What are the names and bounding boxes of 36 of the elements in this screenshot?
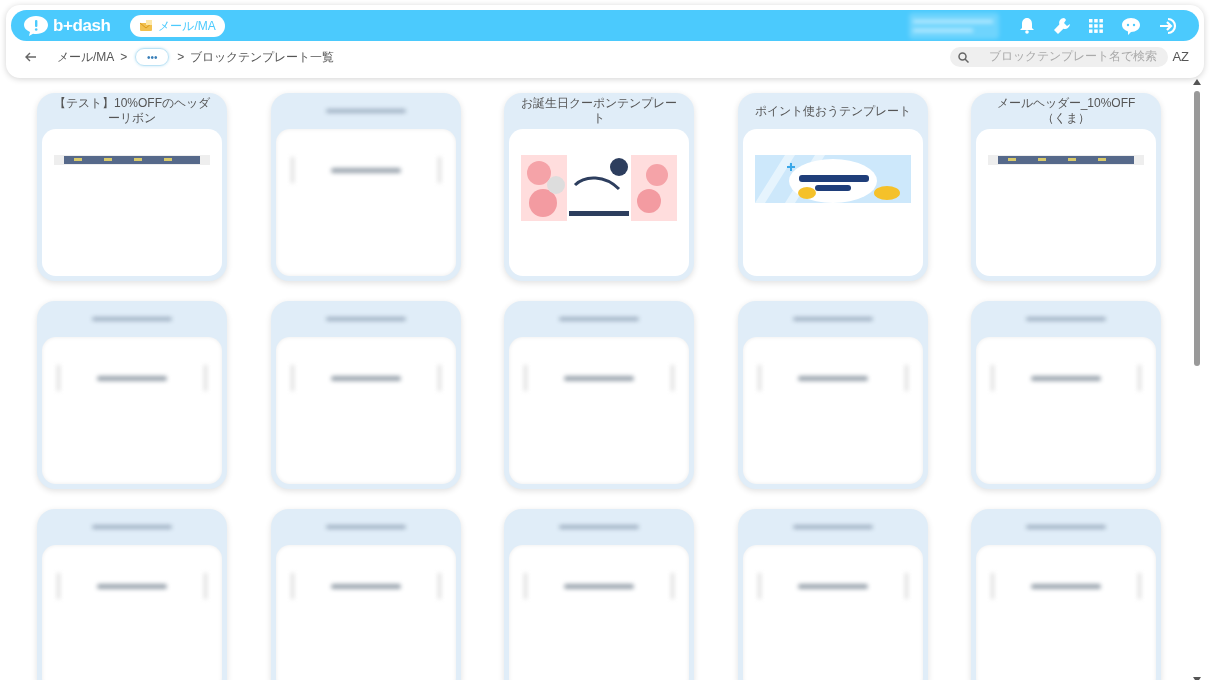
back-arrow-icon[interactable] bbox=[25, 52, 37, 62]
grid-icon[interactable] bbox=[1089, 18, 1103, 33]
chat-bubble-icon[interactable] bbox=[1121, 16, 1141, 35]
card-title: 【テスト】10%OFFのヘッダーリボン bbox=[53, 96, 211, 126]
template-card[interactable]: メールヘッダー_10%OFF（くま） bbox=[971, 93, 1161, 281]
template-card[interactable]: 【テスト】10%OFFのヘッダーリボン bbox=[37, 93, 227, 281]
template-card[interactable] bbox=[737, 509, 928, 680]
bell-icon[interactable] bbox=[1019, 17, 1035, 34]
template-card[interactable] bbox=[504, 509, 694, 680]
search-icon bbox=[958, 51, 970, 63]
breadcrumb-link[interactable]: メール/MA bbox=[57, 48, 115, 66]
template-card[interactable] bbox=[270, 93, 461, 281]
template-card[interactable] bbox=[504, 301, 694, 489]
template-card[interactable]: ポイント使おうテンプレート bbox=[737, 93, 928, 281]
template-card[interactable] bbox=[971, 509, 1161, 680]
breadcrumb-separator: > bbox=[177, 49, 185, 66]
envelope-icon bbox=[139, 19, 154, 32]
logout-icon[interactable] bbox=[1159, 16, 1179, 35]
wrench-icon[interactable] bbox=[1053, 16, 1071, 35]
sort-button[interactable]: AZ bbox=[1172, 47, 1189, 67]
logo-icon bbox=[23, 14, 49, 37]
card-title: ポイント使おうテンプレート bbox=[754, 103, 911, 119]
logo-text: b+dash bbox=[53, 14, 111, 37]
template-card[interactable] bbox=[37, 301, 227, 489]
template-card[interactable] bbox=[737, 301, 928, 489]
breadcrumb-separator: > bbox=[120, 49, 128, 66]
card-title: メールヘッダー_10%OFF（くま） bbox=[995, 96, 1137, 126]
template-card[interactable] bbox=[971, 301, 1161, 489]
scrollbar-thumb[interactable] bbox=[1194, 91, 1200, 366]
template-card[interactable] bbox=[37, 509, 227, 680]
template-card[interactable]: お誕生日クーポンテンプレート bbox=[504, 93, 694, 281]
template-card[interactable] bbox=[270, 301, 461, 489]
template-card[interactable] bbox=[270, 509, 461, 680]
card-title: お誕生日クーポンテンプレート bbox=[520, 96, 678, 126]
breadcrumb-current: ブロックテンプレート一覧 bbox=[190, 49, 335, 66]
account-info[interactable] bbox=[909, 12, 999, 39]
